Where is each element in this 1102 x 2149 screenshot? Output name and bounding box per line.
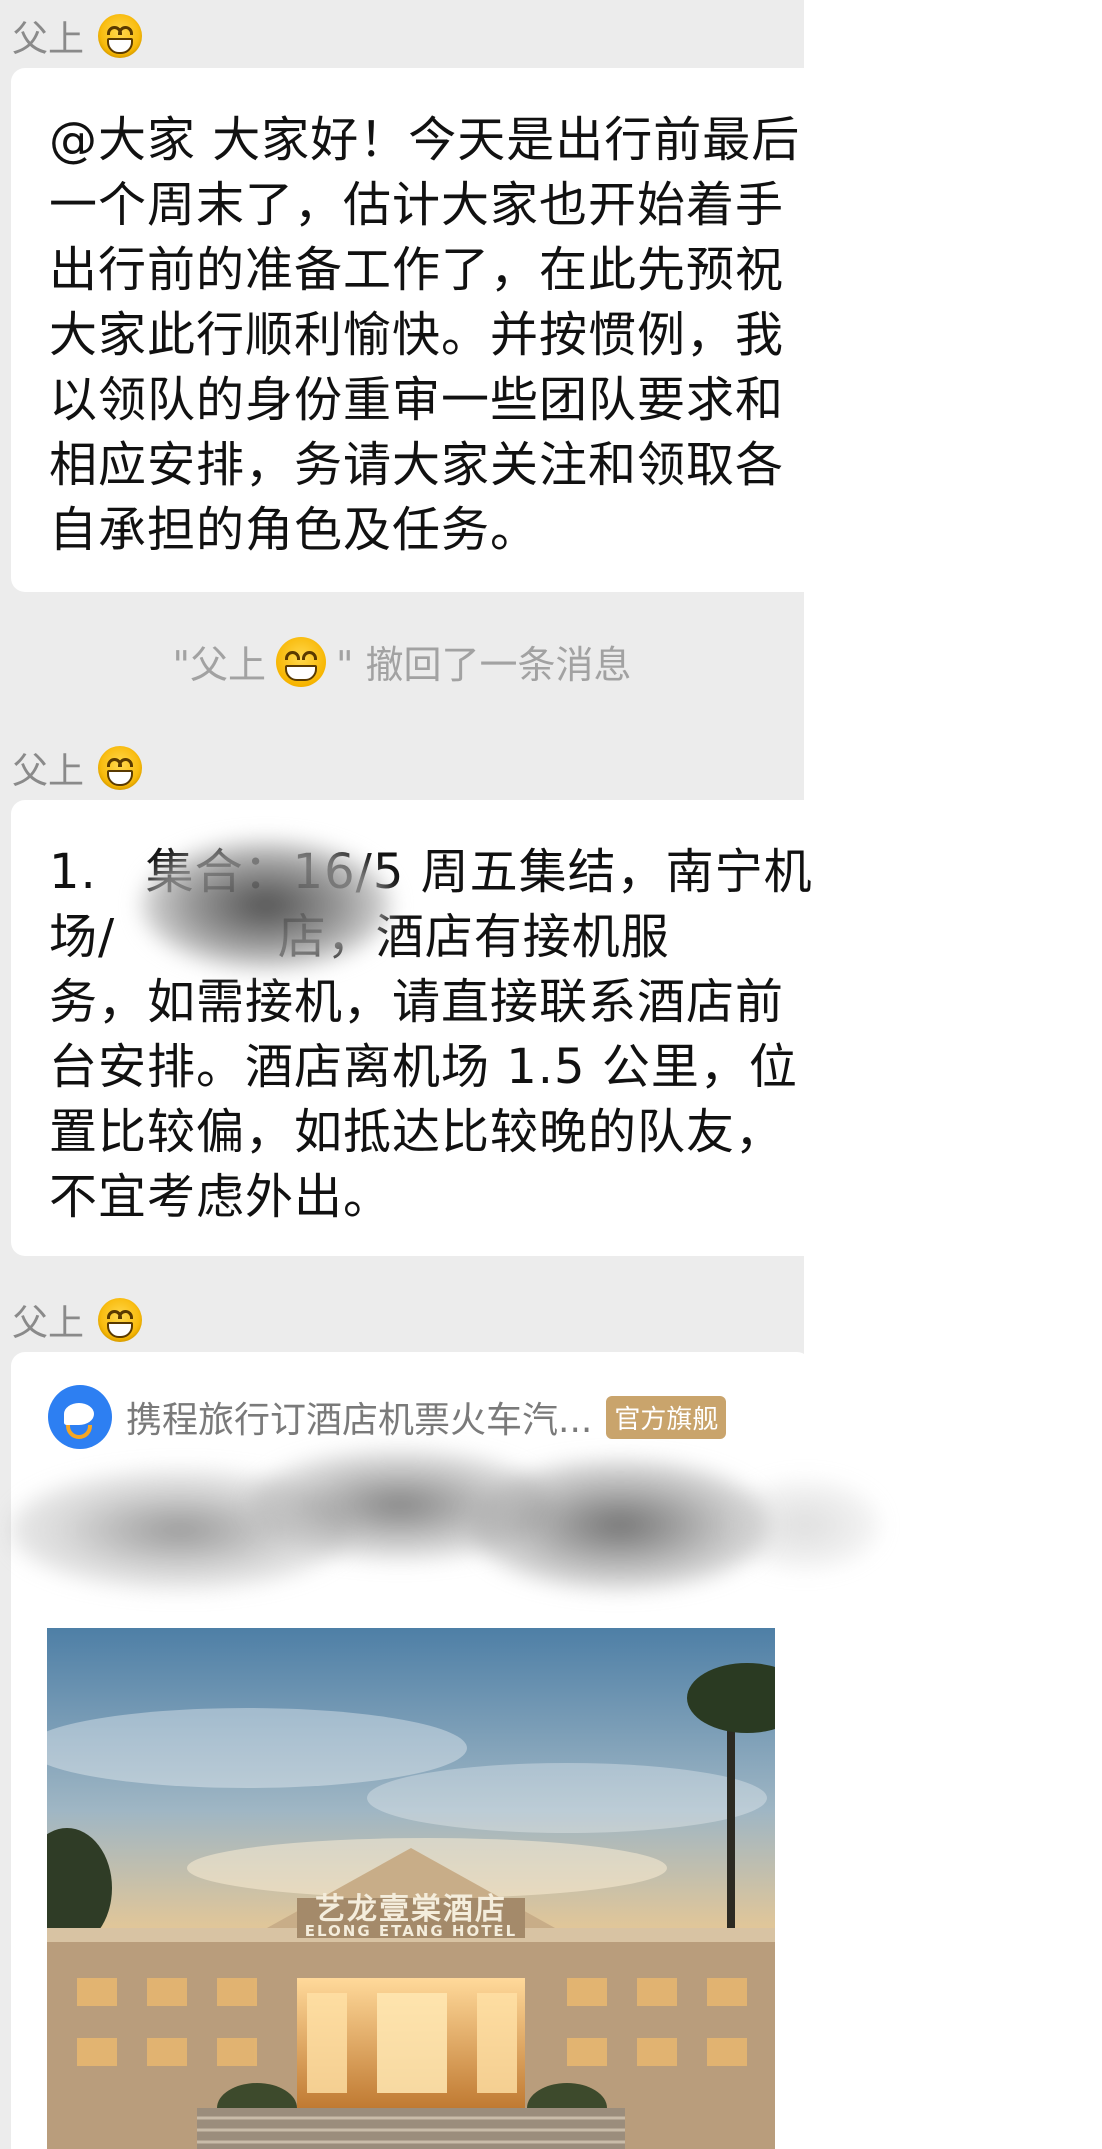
message-bubble[interactable]: 1. 集合：16/5 周五集结，南宁机 场/ 店，酒店有接机服 务，如需接机，请… [11,800,889,1256]
recall-notice: "父上 " 撤回了一条消息 [0,634,804,689]
recall-notice-suffix: " 撤回了一条消息 [335,643,632,687]
sender-name: 父上 [12,751,85,792]
hotel-sign-english: ELONG ETANG HOTEL [304,1922,518,1940]
sender-name: 父上 [12,19,85,60]
official-flagship-badge: 官方旗舰 [606,1395,727,1439]
recall-notice-prefix: "父上 [172,643,266,687]
card-source-row: 携程旅行订酒店机票火车汽... 官方旗舰 [48,1383,727,1451]
grinning-face-icon [98,14,143,58]
grinning-face-icon [98,1298,143,1342]
sender-name-row: 父上 [12,1294,143,1346]
hotel-photo[interactable]: 艺龙壹棠酒店 ELONG ETANG HOTEL [47,1628,775,2149]
message-text: @大家 大家好！今天是出行前最后 一个周末了，估计大家也开始着手 出行前的准备工… [49,112,801,558]
grinning-face-icon [275,636,326,687]
grinning-face-icon [98,746,143,790]
redaction-blur [470,1460,770,1590]
card-source-name: 携程旅行订酒店机票火车汽... [126,1400,593,1441]
sender-name-row: 父上 [12,742,143,794]
ctrip-dolphin-icon [48,1385,112,1449]
sender-name-row: 父上 [12,10,143,62]
message-text: 1. 集合：16/5 周五集结，南宁机 场/ 店，酒店有接机服 务，如需接机，请… [49,844,813,1225]
redaction-blur [141,840,391,970]
redaction-blur [730,1480,880,1570]
sender-name: 父上 [12,1303,85,1344]
message-bubble[interactable]: @大家 大家好！今天是出行前最后 一个周末了，估计大家也开始着手 出行前的准备工… [11,68,901,592]
